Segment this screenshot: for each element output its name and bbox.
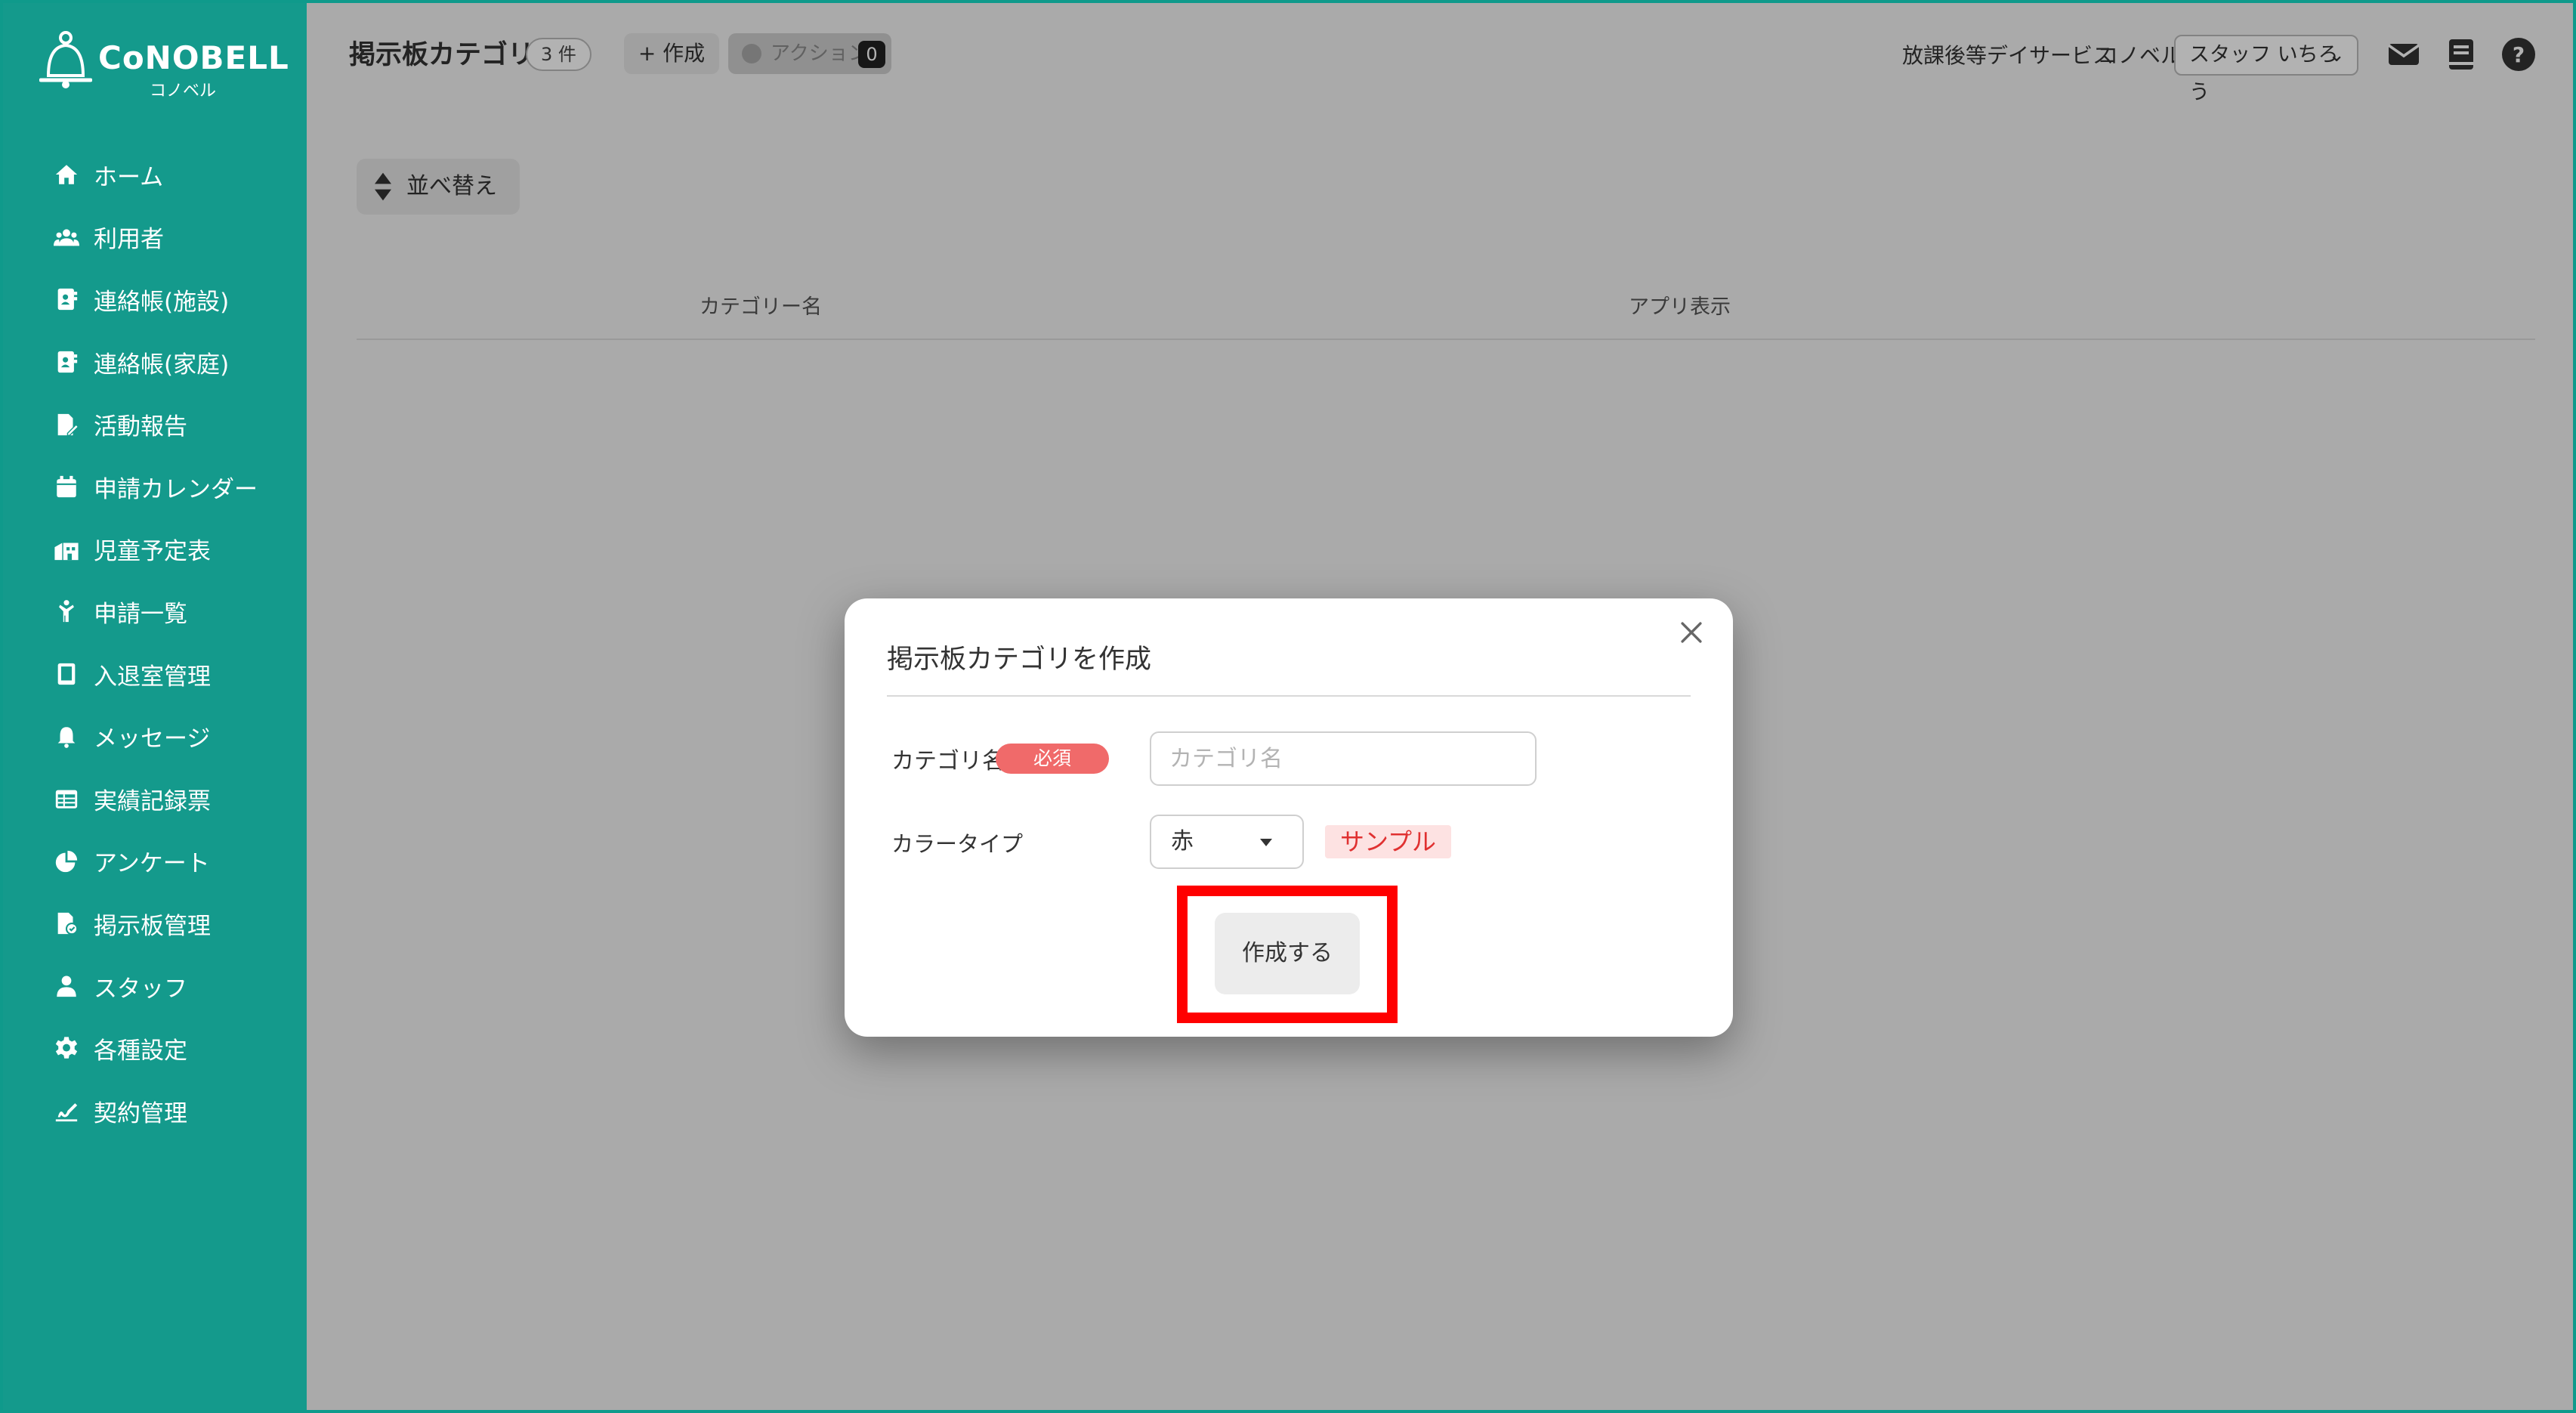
sidebar-item-label: 実績記録票: [94, 787, 211, 815]
sidebar-item-request-list[interactable]: 申請一覧: [3, 580, 307, 643]
sidebar-item-settings[interactable]: 各種設定: [3, 1017, 307, 1080]
category-name-input[interactable]: [1150, 731, 1537, 786]
sidebar-item-request-calendar[interactable]: 申請カレンダー: [3, 456, 307, 518]
tablet-icon: [53, 660, 80, 688]
sidebar-item-label: 活動報告: [94, 413, 187, 441]
sidebar-item-survey[interactable]: アンケート: [3, 830, 307, 893]
sidebar-item-label: 掲示板管理: [94, 912, 211, 940]
sidebar-item-staff[interactable]: スタッフ: [3, 955, 307, 1018]
gear-icon: [53, 1035, 80, 1062]
sidebar-item-home[interactable]: ホーム: [3, 144, 307, 206]
bell-logo-icon: [39, 31, 92, 88]
sidebar-item-label: アンケート: [94, 850, 210, 878]
staff-icon: [53, 972, 80, 1000]
contract-icon: [53, 1097, 80, 1124]
color-type-label: カラータイプ: [891, 831, 1024, 857]
sidebar-nav: ホーム 利用者 連絡帳(施設) 連絡帳(家庭) 活動報告 申請カレンダー 児童予…: [3, 144, 307, 1142]
modal-title: 掲示板カテゴリを作成: [887, 645, 1152, 675]
sidebar-item-label: 連絡帳(施設): [94, 288, 230, 316]
sidebar-item-label: 契約管理: [94, 1099, 187, 1127]
sidebar-item-label: スタッフ: [94, 975, 187, 1003]
home-icon: [53, 161, 80, 188]
bell-icon: [53, 723, 80, 750]
sidebar-item-label: 各種設定: [94, 1037, 187, 1065]
sidebar-item-label: 申請カレンダー: [94, 475, 258, 503]
sidebar-item-label: 入退室管理: [94, 663, 211, 691]
brand-kana: コノベル: [150, 82, 217, 100]
modal-divider: [887, 695, 1691, 697]
close-icon[interactable]: [1679, 620, 1704, 645]
color-sample: サンプル: [1325, 825, 1452, 858]
required-badge: 必須: [996, 744, 1109, 774]
sidebar-item-contract[interactable]: 契約管理: [3, 1080, 307, 1142]
sidebar-item-label: ホーム: [94, 163, 164, 191]
sidebar-item-performance-record[interactable]: 実績記録票: [3, 768, 307, 830]
category-name-label: カテゴリ名: [891, 748, 1005, 775]
board-icon: [53, 910, 80, 937]
color-type-select[interactable]: 赤: [1150, 815, 1304, 869]
users-icon: [53, 224, 80, 251]
sidebar-item-contact-facility[interactable]: 連絡帳(施設): [3, 268, 307, 331]
person-icon: [53, 598, 80, 625]
sidebar-item-label: 申請一覧: [94, 600, 187, 628]
schedule-icon: [53, 536, 80, 563]
sidebar-item-label: 利用者: [94, 226, 164, 254]
logo[interactable]: CoNOBELL コノベル: [39, 30, 289, 100]
sidebar-item-contact-home[interactable]: 連絡帳(家庭): [3, 331, 307, 394]
sidebar-item-child-schedule[interactable]: 児童予定表: [3, 518, 307, 581]
sidebar-item-label: メッセージ: [94, 725, 211, 753]
report-edit-icon: [53, 411, 80, 438]
color-type-value: 赤: [1171, 828, 1194, 855]
table-icon: [53, 785, 80, 812]
sidebar: CoNOBELL コノベル ホーム 利用者 連絡帳(施設) 連絡帳(家庭) 活動…: [3, 3, 307, 1410]
sidebar-item-message[interactable]: メッセージ: [3, 705, 307, 768]
sidebar-item-users[interactable]: 利用者: [3, 206, 307, 269]
sidebar-item-attendance[interactable]: 入退室管理: [3, 643, 307, 706]
sidebar-item-activity-report[interactable]: 活動報告: [3, 393, 307, 456]
highlight-box: [1177, 886, 1398, 1023]
caret-down-icon: [1260, 839, 1272, 846]
pie-chart-icon: [53, 848, 80, 875]
contact-book-icon: [53, 286, 80, 313]
sidebar-item-label: 児童予定表: [94, 538, 211, 566]
calendar-icon: [53, 473, 80, 500]
sidebar-item-board-management[interactable]: 掲示板管理: [3, 892, 307, 955]
sidebar-item-label: 連絡帳(家庭): [94, 351, 230, 379]
brand-name: CoNOBELL: [98, 39, 289, 76]
contact-book-icon: [53, 348, 80, 376]
